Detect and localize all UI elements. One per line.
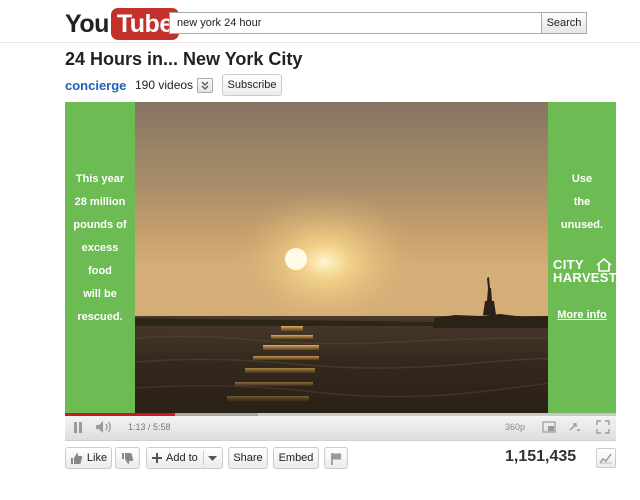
plus-icon bbox=[152, 453, 162, 463]
search-input[interactable] bbox=[169, 12, 542, 34]
expand-arrows-icon bbox=[569, 423, 580, 431]
dropdown-arrow-icon[interactable] bbox=[208, 456, 217, 462]
add-to-button[interactable]: Add to bbox=[146, 447, 223, 469]
thumbs-down-icon bbox=[122, 452, 134, 464]
flag-button[interactable] bbox=[324, 447, 348, 469]
add-to-label: Add to bbox=[166, 452, 198, 464]
fullscreen-button[interactable] bbox=[595, 419, 611, 435]
embed-button[interactable]: Embed bbox=[273, 447, 319, 469]
pause-button[interactable] bbox=[71, 419, 85, 435]
double-chevron-down-icon bbox=[201, 81, 209, 90]
thumbs-up-icon bbox=[70, 452, 83, 464]
ad-right-line: the bbox=[573, 196, 591, 208]
share-button[interactable]: Share bbox=[228, 447, 268, 469]
stats-chart-icon bbox=[599, 453, 612, 464]
ad-right-line: Use bbox=[571, 173, 593, 185]
widescreen-button[interactable] bbox=[567, 419, 583, 435]
player-controls: 1:13 / 5:58 360p bbox=[65, 413, 616, 441]
house-icon bbox=[596, 258, 612, 272]
ad-left-line: rescued. bbox=[77, 311, 123, 323]
flag-icon bbox=[331, 452, 341, 465]
search-button[interactable]: Search bbox=[541, 12, 587, 34]
video-title: 24 Hours in... New York City bbox=[65, 49, 303, 69]
city-harvest-logo[interactable]: CITY HARVEST bbox=[553, 258, 617, 292]
volume-icon bbox=[96, 421, 111, 433]
video-player[interactable]: This year 28 million pounds of excess fo… bbox=[65, 102, 617, 413]
logo-you-text: You bbox=[65, 9, 109, 38]
fullscreen-icon bbox=[596, 420, 610, 434]
ad-left-line: This year bbox=[75, 173, 125, 185]
ad-left-line: food bbox=[88, 265, 112, 277]
stats-button[interactable] bbox=[596, 448, 616, 468]
ad-right-line: unused. bbox=[560, 219, 604, 231]
pause-icon bbox=[74, 421, 82, 433]
channel-videos-dropdown[interactable] bbox=[197, 78, 213, 93]
popout-icon bbox=[542, 421, 556, 433]
subscribe-button[interactable]: Subscribe bbox=[222, 74, 282, 96]
ad-left-line: 28 million bbox=[74, 196, 126, 208]
volume-button[interactable] bbox=[93, 419, 119, 435]
progress-played bbox=[65, 413, 175, 416]
button-divider bbox=[203, 451, 204, 465]
video-count: 190 videos bbox=[135, 78, 194, 92]
like-label: Like bbox=[86, 452, 108, 464]
like-button[interactable]: Like bbox=[65, 447, 112, 469]
dislike-button[interactable] bbox=[115, 447, 140, 469]
ad-left-line: excess bbox=[81, 242, 119, 254]
time-display: 1:13 / 5:58 bbox=[128, 422, 171, 432]
header-divider bbox=[0, 42, 640, 43]
logo-word: HARVEST bbox=[553, 270, 617, 285]
ad-left-line: will be bbox=[83, 288, 117, 300]
ad-left-message: This year 28 million pounds of excess fo… bbox=[65, 168, 135, 329]
channel-link[interactable]: concierge bbox=[65, 78, 126, 93]
youtube-watch-page: You Tube Search 24 Hours in... New York … bbox=[0, 0, 640, 500]
video-frame[interactable] bbox=[135, 102, 548, 413]
progress-bar[interactable] bbox=[65, 413, 616, 416]
sunset-video-image bbox=[135, 102, 548, 413]
more-info-link[interactable]: More info bbox=[548, 309, 616, 321]
view-count: 1,151,435 bbox=[505, 448, 577, 465]
ad-left-line: pounds of bbox=[73, 219, 127, 231]
ad-right-message: Use the unused. bbox=[548, 168, 616, 237]
popout-button[interactable] bbox=[541, 419, 557, 435]
quality-selector[interactable]: 360p bbox=[505, 422, 525, 432]
youtube-logo[interactable]: You Tube bbox=[65, 6, 179, 42]
